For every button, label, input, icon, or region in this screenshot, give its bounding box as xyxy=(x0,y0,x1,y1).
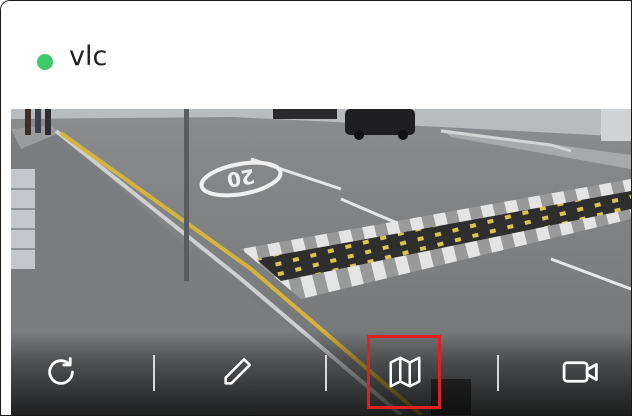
refresh-button[interactable] xyxy=(33,344,89,400)
camera-card: vlc 20 xyxy=(0,0,632,416)
refresh-icon xyxy=(48,357,74,385)
toolbar-divider xyxy=(153,355,155,391)
toolbar-divider xyxy=(325,355,327,391)
status-indicator xyxy=(37,54,53,70)
camera-toolbar xyxy=(11,331,631,415)
map-button-highlight xyxy=(367,335,441,409)
road-marking-20: 20 xyxy=(225,164,257,192)
edit-button[interactable] xyxy=(209,344,265,400)
camera-card-header: vlc xyxy=(1,1,631,109)
camera-name: vlc xyxy=(69,41,108,72)
pencil-icon xyxy=(224,357,252,385)
video-button[interactable] xyxy=(553,344,609,400)
toolbar-divider xyxy=(497,355,499,391)
video-camera-icon xyxy=(562,361,598,383)
